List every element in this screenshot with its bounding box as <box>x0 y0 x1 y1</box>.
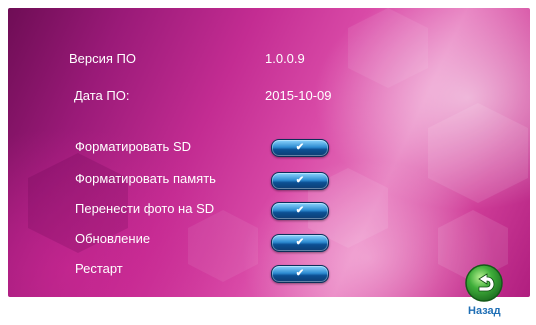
back-button[interactable] <box>464 263 504 303</box>
check-icon: ✔ <box>295 268 305 279</box>
update-label: Обновление <box>75 231 151 246</box>
check-icon: ✔ <box>295 142 305 153</box>
firmware-version-label: Версия ПО <box>69 51 136 66</box>
format-sd-button[interactable]: ✔ <box>271 139 329 157</box>
settings-screen: Версия ПО 1.0.0.9 Дата ПО: 2015-10-09 Фо… <box>8 8 530 297</box>
move-photos-to-sd-button[interactable]: ✔ <box>271 202 329 220</box>
back-label[interactable]: Назад <box>468 305 501 317</box>
format-sd-label: Форматировать SD <box>75 139 192 154</box>
check-icon: ✔ <box>295 175 305 186</box>
firmware-version-value: 1.0.0.9 <box>265 51 305 66</box>
format-memory-button[interactable]: ✔ <box>271 172 329 190</box>
restart-button[interactable]: ✔ <box>271 265 329 283</box>
check-icon: ✔ <box>295 205 305 216</box>
check-icon: ✔ <box>295 237 305 248</box>
firmware-date-label: Дата ПО: <box>74 88 130 103</box>
firmware-date-value: 2015-10-09 <box>265 88 332 103</box>
update-button[interactable]: ✔ <box>271 234 329 252</box>
move-photos-to-sd-label: Перенести фото на SD <box>75 201 215 216</box>
restart-label: Рестарт <box>75 261 123 276</box>
format-memory-label: Форматировать память <box>75 171 216 186</box>
